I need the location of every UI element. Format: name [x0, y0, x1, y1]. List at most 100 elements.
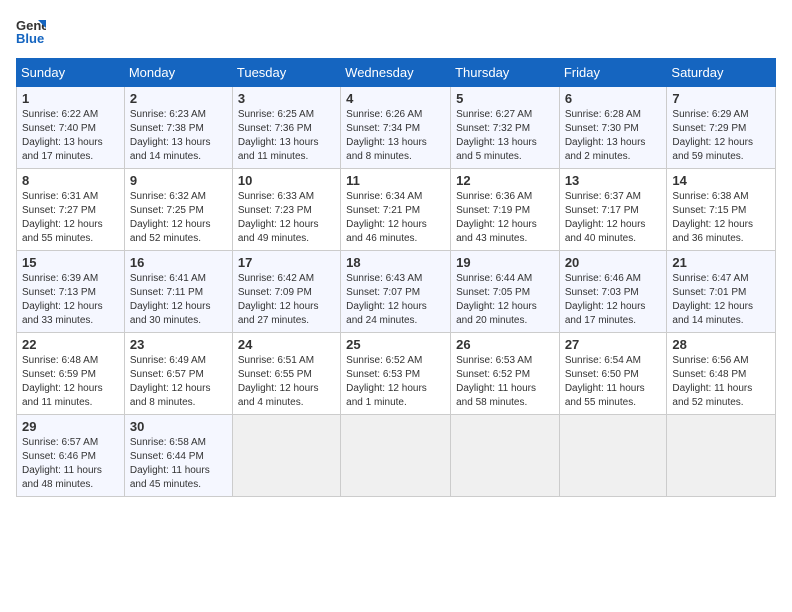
day-info: Sunrise: 6:44 AM Sunset: 7:05 PM Dayligh… [456, 272, 554, 328]
day-number: 25 [346, 337, 445, 352]
day-number: 11 [346, 173, 445, 188]
day-number: 28 [672, 337, 770, 352]
table-row: 25 Sunrise: 6:52 AM Sunset: 6:53 PM Dayli… [341, 333, 451, 415]
table-row: 14 Sunrise: 6:38 AM Sunset: 7:15 PM Dayli… [667, 169, 776, 251]
table-row [667, 415, 776, 497]
day-info: Sunrise: 6:29 AM Sunset: 7:29 PM Dayligh… [672, 108, 770, 164]
day-info: Sunrise: 6:31 AM Sunset: 7:27 PM Dayligh… [22, 190, 119, 246]
svg-text:Blue: Blue [16, 31, 44, 46]
calendar-week-2: 8 Sunrise: 6:31 AM Sunset: 7:27 PM Daylig… [17, 169, 776, 251]
table-row: 19 Sunrise: 6:44 AM Sunset: 7:05 PM Dayli… [451, 251, 560, 333]
day-number: 19 [456, 255, 554, 270]
table-row: 3 Sunrise: 6:25 AM Sunset: 7:36 PM Daylig… [232, 87, 340, 169]
day-number: 22 [22, 337, 119, 352]
day-info: Sunrise: 6:48 AM Sunset: 6:59 PM Dayligh… [22, 354, 119, 410]
table-row: 1 Sunrise: 6:22 AM Sunset: 7:40 PM Daylig… [17, 87, 125, 169]
table-row: 21Sunrise: 6:47 AM Sunset: 7:01 PM Dayli… [667, 251, 776, 333]
day-number: 30 [130, 419, 227, 434]
col-sunday: Sunday [17, 59, 125, 87]
day-info: Sunrise: 6:53 AM Sunset: 6:52 PM Dayligh… [456, 354, 554, 410]
day-number: 27 [565, 337, 662, 352]
day-info: Sunrise: 6:52 AM Sunset: 6:53 PM Dayligh… [346, 354, 445, 410]
day-info: Sunrise: 6:34 AM Sunset: 7:21 PM Dayligh… [346, 190, 445, 246]
day-info: Sunrise: 6:23 AM Sunset: 7:38 PM Dayligh… [130, 108, 227, 164]
table-row: 22 Sunrise: 6:48 AM Sunset: 6:59 PM Dayli… [17, 333, 125, 415]
table-row: 5 Sunrise: 6:27 AM Sunset: 7:32 PM Daylig… [451, 87, 560, 169]
col-monday: Monday [124, 59, 232, 87]
day-info: Sunrise: 6:27 AM Sunset: 7:32 PM Dayligh… [456, 108, 554, 164]
day-number: 26 [456, 337, 554, 352]
day-number: 6 [565, 91, 662, 106]
calendar-week-1: 1 Sunrise: 6:22 AM Sunset: 7:40 PM Daylig… [17, 87, 776, 169]
table-row: 2 Sunrise: 6:23 AM Sunset: 7:38 PM Daylig… [124, 87, 232, 169]
day-number: 13 [565, 173, 662, 188]
day-number: 18 [346, 255, 445, 270]
day-number: 24 [238, 337, 335, 352]
day-number: 14 [672, 173, 770, 188]
table-row: 10 Sunrise: 6:33 AM Sunset: 7:23 PM Dayli… [232, 169, 340, 251]
table-row: 15Sunrise: 6:39 AM Sunset: 7:13 PM Dayli… [17, 251, 125, 333]
day-number: 21 [672, 255, 770, 270]
table-row: 27 Sunrise: 6:54 AM Sunset: 6:50 PM Dayli… [559, 333, 667, 415]
day-number: 4 [346, 91, 445, 106]
day-number: 20 [565, 255, 662, 270]
table-row: 4 Sunrise: 6:26 AM Sunset: 7:34 PM Daylig… [341, 87, 451, 169]
day-info: Sunrise: 6:22 AM Sunset: 7:40 PM Dayligh… [22, 108, 119, 164]
day-info: Sunrise: 6:37 AM Sunset: 7:17 PM Dayligh… [565, 190, 662, 246]
day-info: Sunrise: 6:26 AM Sunset: 7:34 PM Dayligh… [346, 108, 445, 164]
day-number: 5 [456, 91, 554, 106]
day-number: 2 [130, 91, 227, 106]
col-friday: Friday [559, 59, 667, 87]
table-row: 18 Sunrise: 6:43 AM Sunset: 7:07 PM Dayli… [341, 251, 451, 333]
table-row [559, 415, 667, 497]
col-thursday: Thursday [451, 59, 560, 87]
col-saturday: Saturday [667, 59, 776, 87]
day-number: 12 [456, 173, 554, 188]
table-row: 28 Sunrise: 6:56 AM Sunset: 6:48 PM Dayli… [667, 333, 776, 415]
day-number: 23 [130, 337, 227, 352]
day-info: Sunrise: 6:54 AM Sunset: 6:50 PM Dayligh… [565, 354, 662, 410]
day-number: 15 [22, 255, 119, 270]
calendar-table: Sunday Monday Tuesday Wednesday Thursday… [16, 58, 776, 497]
table-row: 26 Sunrise: 6:53 AM Sunset: 6:52 PM Dayli… [451, 333, 560, 415]
table-row [451, 415, 560, 497]
table-row: 13 Sunrise: 6:37 AM Sunset: 7:17 PM Dayli… [559, 169, 667, 251]
day-number: 3 [238, 91, 335, 106]
day-info: Sunrise: 6:58 AM Sunset: 6:44 PM Dayligh… [130, 436, 227, 492]
day-info: Sunrise: 6:42 AM Sunset: 7:09 PM Dayligh… [238, 272, 335, 328]
day-number: 16 [130, 255, 227, 270]
table-row: 12 Sunrise: 6:36 AM Sunset: 7:19 PM Dayli… [451, 169, 560, 251]
day-info: Sunrise: 6:41 AM Sunset: 7:11 PM Dayligh… [130, 272, 227, 328]
table-row: 9Sunrise: 6:32 AM Sunset: 7:25 PM Daylig… [124, 169, 232, 251]
day-info: Sunrise: 6:49 AM Sunset: 6:57 PM Dayligh… [130, 354, 227, 410]
table-row: 30 Sunrise: 6:58 AM Sunset: 6:44 PM Dayli… [124, 415, 232, 497]
table-row: 11 Sunrise: 6:34 AM Sunset: 7:21 PM Dayli… [341, 169, 451, 251]
calendar-week-3: 15Sunrise: 6:39 AM Sunset: 7:13 PM Dayli… [17, 251, 776, 333]
table-row: 29Sunrise: 6:57 AM Sunset: 6:46 PM Dayli… [17, 415, 125, 497]
day-info: Sunrise: 6:33 AM Sunset: 7:23 PM Dayligh… [238, 190, 335, 246]
table-row: 20Sunrise: 6:46 AM Sunset: 7:03 PM Dayli… [559, 251, 667, 333]
col-wednesday: Wednesday [341, 59, 451, 87]
day-info: Sunrise: 6:36 AM Sunset: 7:19 PM Dayligh… [456, 190, 554, 246]
day-number: 7 [672, 91, 770, 106]
table-row: 17 Sunrise: 6:42 AM Sunset: 7:09 PM Dayli… [232, 251, 340, 333]
calendar-week-5: 29Sunrise: 6:57 AM Sunset: 6:46 PM Dayli… [17, 415, 776, 497]
table-row: 24Sunrise: 6:51 AM Sunset: 6:55 PM Dayli… [232, 333, 340, 415]
table-row: 7 Sunrise: 6:29 AM Sunset: 7:29 PM Daylig… [667, 87, 776, 169]
day-info: Sunrise: 6:25 AM Sunset: 7:36 PM Dayligh… [238, 108, 335, 164]
day-info: Sunrise: 6:43 AM Sunset: 7:07 PM Dayligh… [346, 272, 445, 328]
table-row: 23 Sunrise: 6:49 AM Sunset: 6:57 PM Dayli… [124, 333, 232, 415]
day-number: 1 [22, 91, 119, 106]
day-number: 10 [238, 173, 335, 188]
day-info: Sunrise: 6:56 AM Sunset: 6:48 PM Dayligh… [672, 354, 770, 410]
day-number: 8 [22, 173, 119, 188]
logo-icon: General Blue [16, 16, 46, 46]
col-tuesday: Tuesday [232, 59, 340, 87]
day-number: 17 [238, 255, 335, 270]
day-info: Sunrise: 6:57 AM Sunset: 6:46 PM Dayligh… [22, 436, 119, 492]
table-row: 8 Sunrise: 6:31 AM Sunset: 7:27 PM Daylig… [17, 169, 125, 251]
table-row [341, 415, 451, 497]
table-row: 16 Sunrise: 6:41 AM Sunset: 7:11 PM Dayli… [124, 251, 232, 333]
day-info: Sunrise: 6:38 AM Sunset: 7:15 PM Dayligh… [672, 190, 770, 246]
day-info: Sunrise: 6:32 AM Sunset: 7:25 PM Dayligh… [130, 190, 227, 246]
